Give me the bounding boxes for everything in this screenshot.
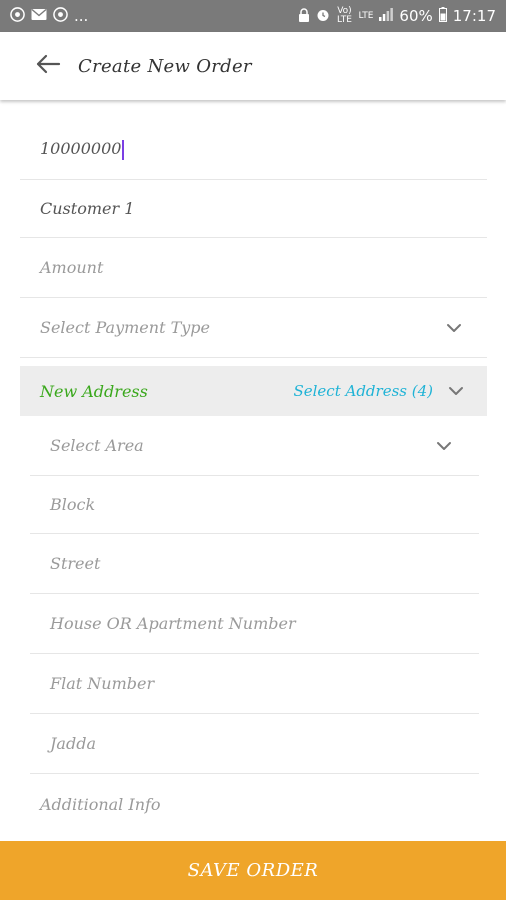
street-field[interactable]: Street — [30, 534, 479, 594]
flat-placeholder: Flat Number — [50, 674, 155, 693]
status-left: ... — [10, 7, 88, 25]
save-order-label: SAVE ORDER — [187, 860, 319, 881]
block-field[interactable]: Block — [30, 476, 479, 534]
page-title: Create New Order — [78, 55, 252, 77]
house-number-field[interactable]: House OR Apartment Number — [30, 594, 479, 654]
save-order-button[interactable]: SAVE ORDER — [0, 841, 506, 900]
chevron-down-icon — [445, 319, 463, 337]
payment-type-placeholder: Select Payment Type — [40, 318, 210, 337]
status-overflow: ... — [74, 7, 89, 25]
new-address-tab[interactable]: New Address — [40, 382, 293, 401]
house-placeholder: House OR Apartment Number — [50, 614, 296, 633]
order-number-value-wrap: 10000000 — [40, 139, 487, 160]
volte-indicator: Vo) LTE — [336, 6, 352, 25]
chevron-down-icon[interactable] — [447, 382, 465, 400]
back-button[interactable] — [28, 46, 68, 86]
street-placeholder: Street — [50, 554, 101, 573]
signal-icon — [379, 8, 394, 24]
payment-type-select[interactable]: Select Payment Type — [20, 298, 487, 358]
block-placeholder: Block — [50, 495, 96, 514]
amount-placeholder: Amount — [40, 258, 104, 277]
flat-number-field[interactable]: Flat Number — [30, 654, 479, 714]
amount-field[interactable]: Amount — [20, 238, 487, 298]
jadda-placeholder: Jadda — [50, 734, 96, 753]
chrome-icon — [10, 7, 25, 25]
status-time: 17:17 — [452, 7, 496, 25]
area-select[interactable]: Select Area — [30, 416, 479, 476]
customer-value: Customer 1 — [40, 199, 135, 218]
customer-field[interactable]: Customer 1 — [20, 180, 487, 238]
order-number-value: 10000000 — [40, 139, 122, 159]
lock-icon — [298, 7, 310, 25]
arrow-left-icon — [35, 54, 61, 78]
chevron-down-icon — [435, 437, 453, 455]
jadda-field[interactable]: Jadda — [30, 714, 479, 774]
status-bar: ... Vo) LTE LTE 60% 17:17 — [0, 0, 506, 32]
additional-info-field[interactable]: Additional Info — [20, 774, 487, 834]
chrome-icon — [53, 7, 68, 25]
alarm-icon — [316, 8, 330, 25]
mail-icon — [31, 8, 47, 24]
select-address-link[interactable]: Select Address (4) — [293, 382, 433, 400]
text-cursor — [122, 139, 125, 160]
additional-info-placeholder: Additional Info — [40, 794, 161, 814]
battery-percent: 60% — [399, 7, 433, 25]
status-right: Vo) LTE LTE 60% 17:17 — [298, 7, 496, 25]
address-section-header: New Address Select Address (4) — [20, 366, 487, 416]
area-placeholder: Select Area — [50, 436, 144, 455]
lte-indicator: LTE — [358, 10, 374, 21]
battery-icon — [438, 7, 447, 25]
app-bar: Create New Order — [0, 32, 506, 100]
order-number-field[interactable]: 10000000 — [20, 120, 487, 180]
